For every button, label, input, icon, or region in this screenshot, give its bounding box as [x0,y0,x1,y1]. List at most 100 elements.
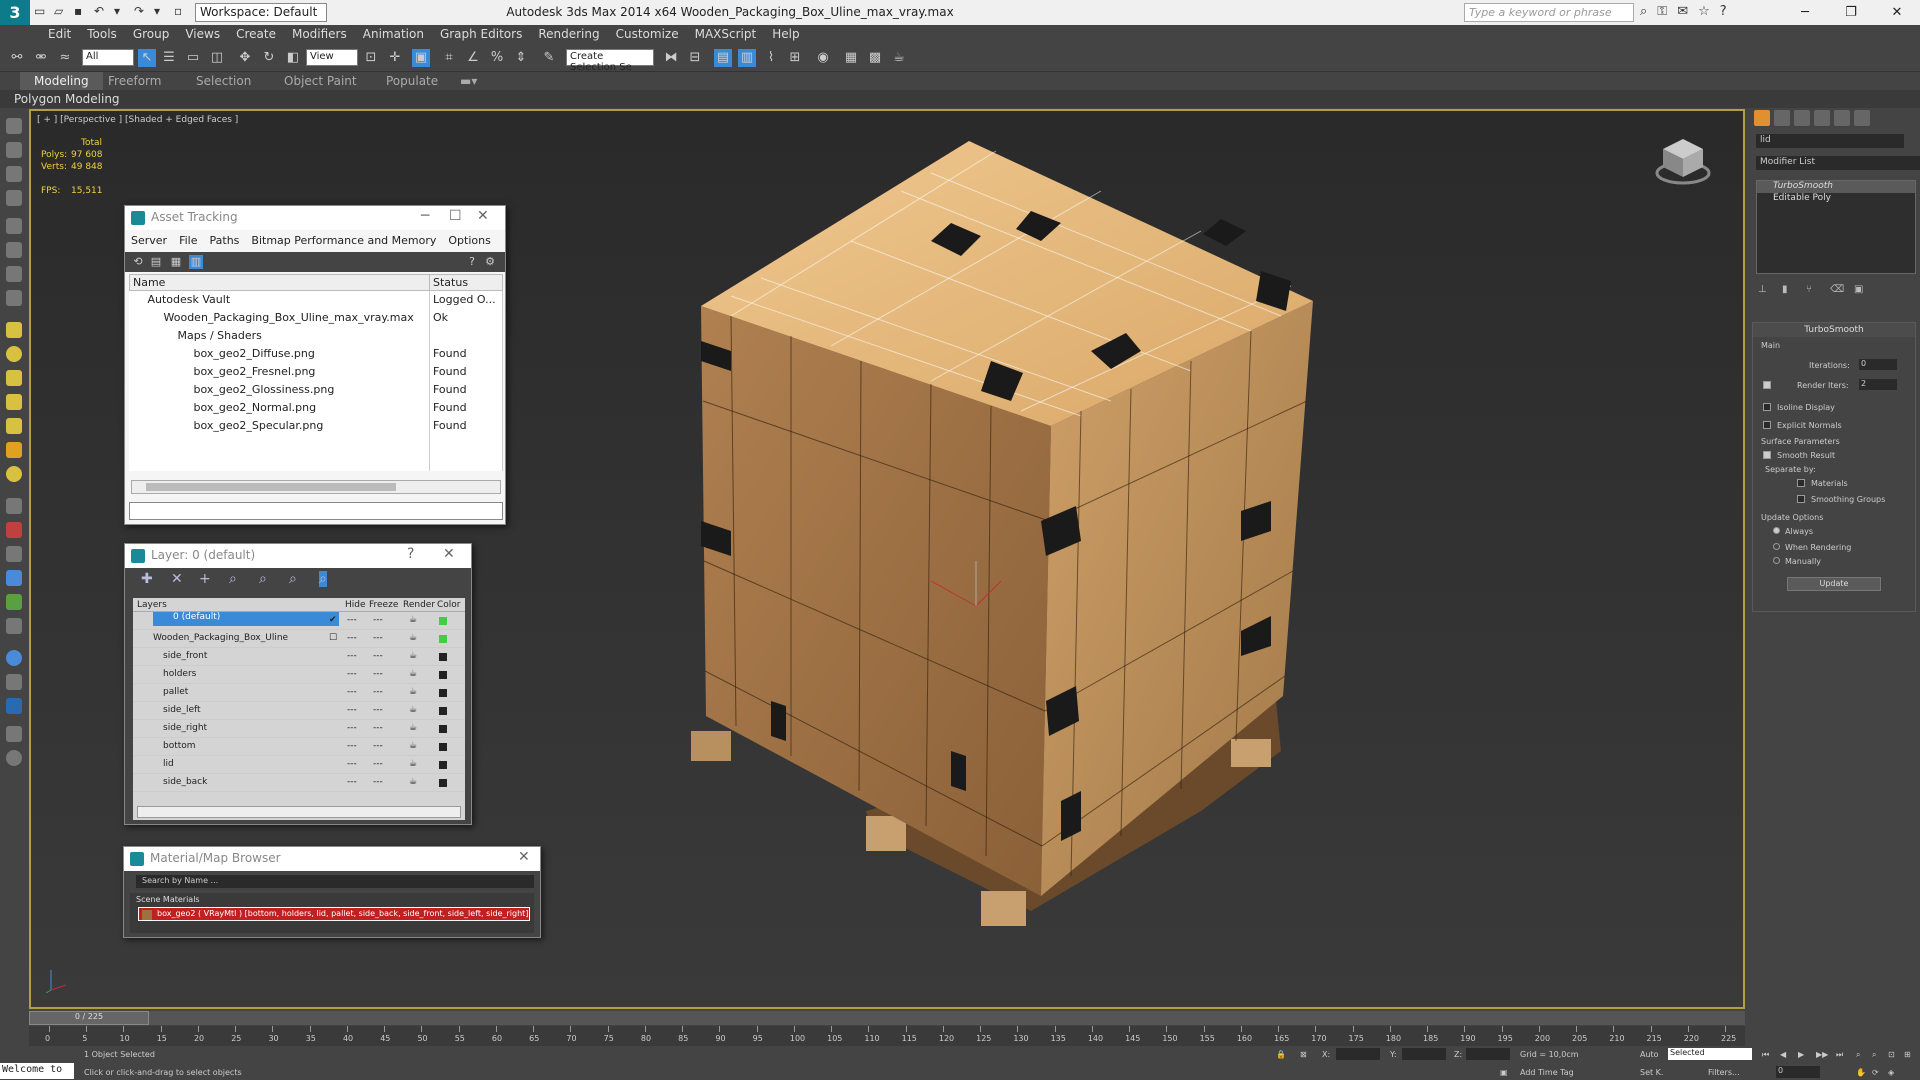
layer-color-swatch[interactable] [439,653,447,661]
asset-horizontal-scrollbar[interactable] [131,480,501,494]
freeze-toggle[interactable]: --- [373,615,383,625]
select-object-icon[interactable]: ↖ [138,49,156,67]
angle-snap-icon[interactable]: ∠ [464,49,482,67]
asset-row[interactable]: box_geo2_Fresnel.png Found [129,362,503,381]
fov-icon[interactable]: ◈ [1888,1068,1894,1077]
hide-toggle[interactable]: --- [347,633,357,643]
ribbon-options-icon[interactable]: ▬▾ [460,74,477,88]
layer-color-swatch[interactable] [439,779,447,787]
create-layer-icon[interactable]: ✚ [141,571,153,587]
material-search-input[interactable]: Search by Name ... [136,875,534,888]
col-name[interactable]: Name [129,274,430,291]
update-button[interactable]: Update [1787,577,1881,591]
pallet-block[interactable] [866,816,906,851]
close-icon[interactable]: ✕ [443,546,455,562]
tool-icon-22[interactable] [6,650,22,666]
freeze-toggle[interactable]: --- [373,705,383,715]
render-toggle-icon[interactable]: ☕ [409,615,417,625]
layer-row[interactable]: side_front --- --- ☕ [133,648,465,666]
help-icon[interactable]: ? [407,546,414,562]
layer-row[interactable]: lid --- --- ☕ [133,756,465,774]
layer-row[interactable]: side_back --- --- ☕ [133,774,465,792]
remove-modifier-icon[interactable]: ⌫ [1830,284,1844,296]
motion-tab-icon[interactable] [1814,110,1830,126]
scene-explorer-icon[interactable]: ▤ [714,49,732,67]
tool-icon-5[interactable] [6,218,22,234]
render-toggle-icon[interactable]: ☕ [409,669,417,679]
scene-materials-header[interactable]: Scene Materials [130,893,534,906]
timeline-ruler[interactable]: 0 5 10 15 20 25 30 35 40 45 50 55 60 65 70 75 80 85 90 95 10… [29,1026,1745,1046]
help-icon[interactable]: ? [1720,4,1727,19]
unlink-icon[interactable]: ⚮ [32,49,50,67]
tool-icon-21[interactable] [6,618,22,634]
smoothing-groups-checkbox[interactable] [1797,495,1805,503]
rectangular-selection-icon[interactable]: ▭ [184,49,202,67]
asset-row[interactable]: box_geo2_Diffuse.png Found [129,344,503,363]
lock-selection-icon[interactable]: 🔒 [1276,1050,1286,1059]
configure-sets-icon[interactable]: ▣ [1854,284,1866,296]
freeze-toggle[interactable]: --- [373,687,383,697]
tool-icon-25[interactable] [6,726,22,742]
hide-all-icon[interactable]: ⌕ [289,571,297,587]
tool-icon-6[interactable] [6,242,22,258]
add-to-layer-icon[interactable]: + [199,571,211,587]
time-slider-thumb[interactable]: 0 / 225 [29,1011,149,1025]
list-view-icon[interactable]: ▤ [149,255,163,269]
render-production-icon[interactable]: ☕ [890,49,908,67]
time-slider[interactable]: 0 / 225 [29,1011,1745,1025]
asset-tracking-titlebar[interactable]: Asset Tracking ─ ☐ ✕ [125,206,505,230]
render-toggle-icon[interactable]: ☕ [409,705,417,715]
layer-color-swatch[interactable] [439,689,447,697]
cone-primitive-icon[interactable] [6,418,22,434]
tool-icon-2[interactable] [6,142,22,158]
freeze-toggle[interactable]: --- [373,759,383,769]
settings-icon[interactable]: ⚙ [483,255,497,269]
window-crossing-icon[interactable]: ◫ [208,49,226,67]
layer-explorer-icon[interactable]: ▥ [738,49,756,67]
hide-toggle[interactable]: --- [347,651,357,661]
z-coordinate-field[interactable] [1466,1048,1510,1060]
time-tag-icon[interactable]: ▣ [1500,1068,1508,1077]
link-icon[interactable]: ⚯ [8,49,26,67]
zoom-icon[interactable]: ⌕ [1856,1050,1860,1060]
delete-layer-icon[interactable]: ✕ [171,571,183,587]
table-view-icon[interactable]: ▦ [169,255,183,269]
scale-icon[interactable]: ◧ [284,49,302,67]
menu-paths[interactable]: Paths [210,234,240,248]
pin-stack-icon[interactable]: ⊥ [1758,284,1770,296]
hide-toggle[interactable]: --- [347,705,357,715]
menu-views[interactable]: Views [177,25,228,44]
bind-space-warp-icon[interactable]: ≈ [56,49,74,67]
pallet-block[interactable] [981,891,1026,926]
pan-icon[interactable]: ✋ [1856,1068,1866,1077]
when-rendering-radio[interactable] [1773,543,1780,550]
asset-row[interactable]: Wooden_Packaging_Box_Uline_max_vray.max O… [129,308,503,327]
layer-color-swatch[interactable] [439,671,447,679]
tool-icon-3[interactable] [6,166,22,182]
tree-view-icon[interactable]: ▥ [189,255,203,269]
tool-icon-1[interactable] [6,118,22,134]
auto-key-button[interactable]: Auto [1640,1050,1659,1059]
geosphere-icon[interactable] [6,466,22,482]
pallet-block[interactable] [1231,739,1271,767]
tab-selection[interactable]: Selection [196,74,251,88]
box-primitive-icon[interactable] [6,322,22,338]
move-icon[interactable]: ✥ [236,49,254,67]
keyword-search-input[interactable]: Type a keyword or phrase [1464,3,1634,22]
keyboard-shortcut-override-icon[interactable]: ▣ [412,49,430,67]
maxscript-listener-input[interactable]: Welcome to [0,1063,74,1079]
sphere-primitive-icon[interactable] [6,346,22,362]
schematic-view-icon[interactable]: ⊞ [786,49,804,67]
select-by-name-icon[interactable]: ☰ [160,49,178,67]
y-coordinate-field[interactable] [1402,1048,1446,1060]
layer-color-swatch[interactable] [439,743,447,751]
layer-color-swatch[interactable] [439,635,447,643]
next-frame-icon[interactable]: ▶▶ [1816,1050,1828,1059]
torus-primitive-icon[interactable] [6,394,22,410]
absolute-mode-icon[interactable]: ⊠ [1300,1050,1307,1059]
menu-customize[interactable]: Customize [608,25,687,44]
create-tab-icon[interactable] [1754,110,1770,126]
freeze-toggle[interactable]: --- [373,633,383,643]
favorites-star-icon[interactable]: ☆ [1698,4,1710,19]
menu-rendering[interactable]: Rendering [530,25,607,44]
